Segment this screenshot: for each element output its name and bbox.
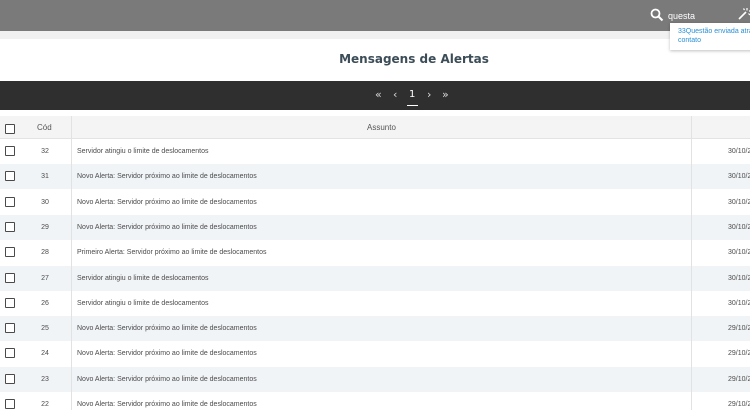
- search-input[interactable]: [668, 8, 730, 23]
- row-id: 30: [41, 198, 49, 206]
- row-id: 26: [41, 299, 49, 307]
- row-subject[interactable]: Novo Alerta: Servidor próximo ao limite …: [77, 401, 257, 408]
- column-header-subject[interactable]: Assunto: [367, 123, 396, 132]
- row-date: 29/10/2: [728, 325, 750, 333]
- table-row[interactable]: 26 Servidor atingiu o limite de deslocame…: [0, 291, 750, 316]
- alerts-table: Cód Assunto 32 Servidor atingiu o limite …: [0, 116, 750, 410]
- row-subject[interactable]: Novo Alerta: Servidor próximo ao limite …: [77, 199, 257, 206]
- row-date: 30/10/2: [728, 198, 750, 206]
- row-date: 30/10/2: [728, 274, 750, 282]
- row-date: 30/10/2: [728, 148, 750, 155]
- row-subject[interactable]: Primeiro Alerta: Servidor próximo ao lim…: [77, 249, 266, 256]
- row-subject[interactable]: Servidor atingiu o limite de deslocament…: [77, 300, 209, 307]
- row-id: 23: [41, 375, 49, 383]
- suggestion-line-1: 33Questão enviada atrav: [678, 28, 750, 35]
- row-subject[interactable]: Novo Alerta: Servidor próximo ao limite …: [77, 224, 257, 231]
- row-date: 29/10/2: [728, 350, 750, 358]
- row-id: 27: [41, 274, 49, 282]
- pagination-bar: « ‹ 1 › »: [0, 81, 750, 110]
- search-suggestion[interactable]: 33Questão enviada atrav contato: [670, 23, 750, 50]
- row-date: 29/10/2: [728, 375, 750, 383]
- column-header-id[interactable]: Cód: [37, 123, 52, 132]
- row-id: 24: [41, 350, 49, 358]
- suggestion-line-2: contato: [678, 37, 701, 44]
- column-divider: [71, 116, 72, 410]
- row-subject[interactable]: Novo Alerta: Servidor próximo ao limite …: [77, 376, 257, 383]
- row-checkbox[interactable]: [5, 323, 15, 334]
- row-checkbox[interactable]: [5, 247, 15, 258]
- table-row[interactable]: 27 Servidor atingiu o limite de deslocame…: [0, 265, 750, 291]
- row-subject[interactable]: Servidor atingiu o limite de deslocament…: [77, 148, 209, 155]
- table-row[interactable]: 29 Novo Alerta: Servidor próximo ao limit…: [0, 214, 750, 240]
- row-subject[interactable]: Novo Alerta: Servidor próximo ao limite …: [77, 173, 257, 180]
- row-checkbox[interactable]: [5, 373, 15, 384]
- row-id: 29: [41, 223, 49, 231]
- prev-page-button[interactable]: ‹: [393, 89, 397, 101]
- table-row[interactable]: 28 Primeiro Alerta: Servidor próximo ao l…: [0, 240, 750, 265]
- top-bar: [0, 0, 750, 31]
- header-separator: [0, 31, 750, 39]
- search-icon[interactable]: [650, 8, 664, 22]
- row-id: 31: [41, 173, 49, 181]
- table-row[interactable]: 25 Novo Alerta: Servidor próximo ao limit…: [0, 316, 750, 342]
- column-divider: [691, 116, 692, 410]
- row-id: 22: [41, 401, 49, 408]
- row-date: 30/10/2: [728, 249, 750, 257]
- row-date: 30/10/2: [728, 223, 750, 231]
- magic-wand-icon[interactable]: [737, 7, 750, 21]
- current-page-underline: [407, 105, 418, 106]
- table-row[interactable]: 31 Novo Alerta: Servidor próximo ao limit…: [0, 164, 750, 190]
- row-date: 30/10/2: [728, 173, 750, 181]
- row-checkbox[interactable]: [5, 348, 15, 359]
- table-row[interactable]: 30 Novo Alerta: Servidor próximo ao limit…: [0, 190, 750, 215]
- row-checkbox[interactable]: [5, 146, 15, 156]
- table-row[interactable]: 23 Novo Alerta: Servidor próximo ao limit…: [0, 366, 750, 392]
- row-date: 29/10/2: [728, 401, 750, 408]
- first-page-button[interactable]: «: [375, 89, 382, 101]
- current-page[interactable]: 1: [409, 88, 415, 102]
- row-checkbox[interactable]: [5, 272, 15, 283]
- row-id: 28: [41, 249, 49, 257]
- row-checkbox[interactable]: [5, 171, 15, 182]
- row-checkbox[interactable]: [5, 221, 15, 232]
- row-checkbox[interactable]: [5, 196, 15, 207]
- table-row[interactable]: 32 Servidor atingiu o limite de deslocame…: [0, 139, 750, 164]
- page-title: Mensagens de Alertas: [339, 52, 489, 66]
- next-page-button[interactable]: ›: [427, 89, 431, 101]
- row-checkbox[interactable]: [5, 297, 15, 308]
- select-all-checkbox[interactable]: [5, 124, 15, 134]
- table-row[interactable]: 22 Novo Alerta: Servidor próximo ao limit…: [0, 392, 750, 410]
- row-subject[interactable]: Servidor atingiu o limite de deslocament…: [77, 275, 209, 282]
- app-root: 33Questão enviada atrav contato Mensagen…: [0, 0, 750, 410]
- row-id: 32: [41, 148, 49, 155]
- row-id: 25: [41, 325, 49, 333]
- last-page-button[interactable]: »: [442, 89, 449, 101]
- row-checkbox[interactable]: [5, 399, 15, 409]
- row-date: 30/10/2: [728, 299, 750, 307]
- row-subject[interactable]: Novo Alerta: Servidor próximo ao limite …: [77, 325, 257, 332]
- table-row[interactable]: 24 Novo Alerta: Servidor próximo ao limit…: [0, 341, 750, 366]
- table-header: Cód Assunto: [0, 116, 750, 139]
- row-subject[interactable]: Novo Alerta: Servidor próximo ao limite …: [77, 350, 257, 357]
